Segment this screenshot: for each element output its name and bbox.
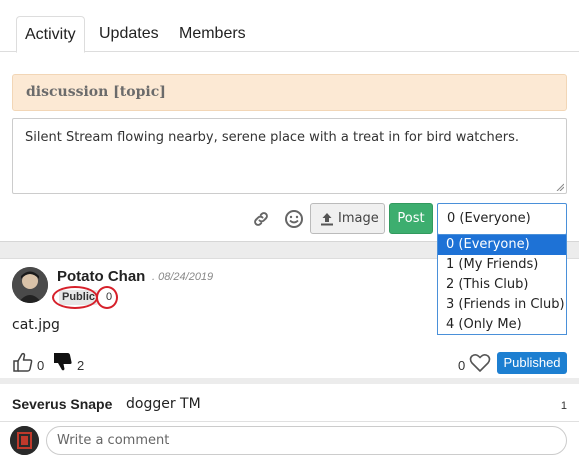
thumbs-down-icon[interactable] (52, 351, 74, 373)
privacy-option-my-friends[interactable]: 1 (My Friends) (438, 255, 566, 275)
tab-updates[interactable]: Updates (91, 16, 167, 53)
smile-icon[interactable] (283, 208, 305, 230)
comment-author-name[interactable]: Severus Snape (12, 396, 112, 412)
topic-header: discussion [topic] (12, 74, 567, 111)
post-date: . 08/24/2019 (152, 271, 214, 283)
privacy-dropdown-list: 0 (Everyone) 1 (My Friends) 2 (This Club… (437, 234, 567, 335)
comment-input[interactable] (46, 426, 567, 455)
privacy-option-this-club[interactable]: 2 (This Club) (438, 275, 566, 295)
comment-section: Severus Snape dogger TM 1 (0, 384, 579, 463)
annotation-circle-public (52, 286, 98, 309)
add-image-button[interactable]: Image (310, 203, 385, 234)
thumbs-up-icon[interactable] (12, 351, 34, 373)
privacy-select[interactable]: 0 (Everyone) (437, 203, 567, 235)
topic-title: discussion [topic] (26, 84, 166, 100)
resize-grip-icon[interactable] (556, 183, 564, 191)
post-composer-textarea[interactable]: Silent Stream flowing nearby, serene pla… (12, 118, 567, 194)
current-user-avatar (10, 426, 39, 455)
tab-bar: Activity Updates Members (0, 0, 579, 53)
comment-count: 1 (560, 400, 567, 412)
divider (0, 421, 579, 422)
heart-icon[interactable] (469, 353, 491, 373)
attachment-filename[interactable]: cat.jpg (12, 317, 60, 333)
comment-text: dogger TM (126, 396, 201, 412)
author-avatar[interactable] (12, 267, 48, 303)
like-count: 0 (37, 358, 45, 373)
tab-activity[interactable]: Activity (16, 16, 85, 53)
privacy-option-only-me[interactable]: 4 (Only Me) (438, 315, 566, 335)
post-author-name[interactable]: Potato Chan (57, 268, 145, 285)
dislike-count: 2 (77, 358, 85, 373)
composer-panel: Activity Updates Members discussion [top… (0, 0, 579, 242)
annotation-circle-count (96, 286, 118, 309)
published-status-button[interactable]: Published (497, 352, 567, 374)
post-button[interactable]: Post (389, 203, 433, 234)
add-image-label: Image (338, 211, 379, 226)
privacy-option-friends-in-club[interactable]: 3 (Friends in Club) (438, 295, 566, 315)
tab-members[interactable]: Members (171, 16, 254, 53)
privacy-option-everyone[interactable]: 0 (Everyone) (438, 235, 566, 255)
upload-icon (321, 213, 333, 226)
favorite-count: 0 (458, 358, 466, 373)
link-icon[interactable] (250, 208, 272, 230)
